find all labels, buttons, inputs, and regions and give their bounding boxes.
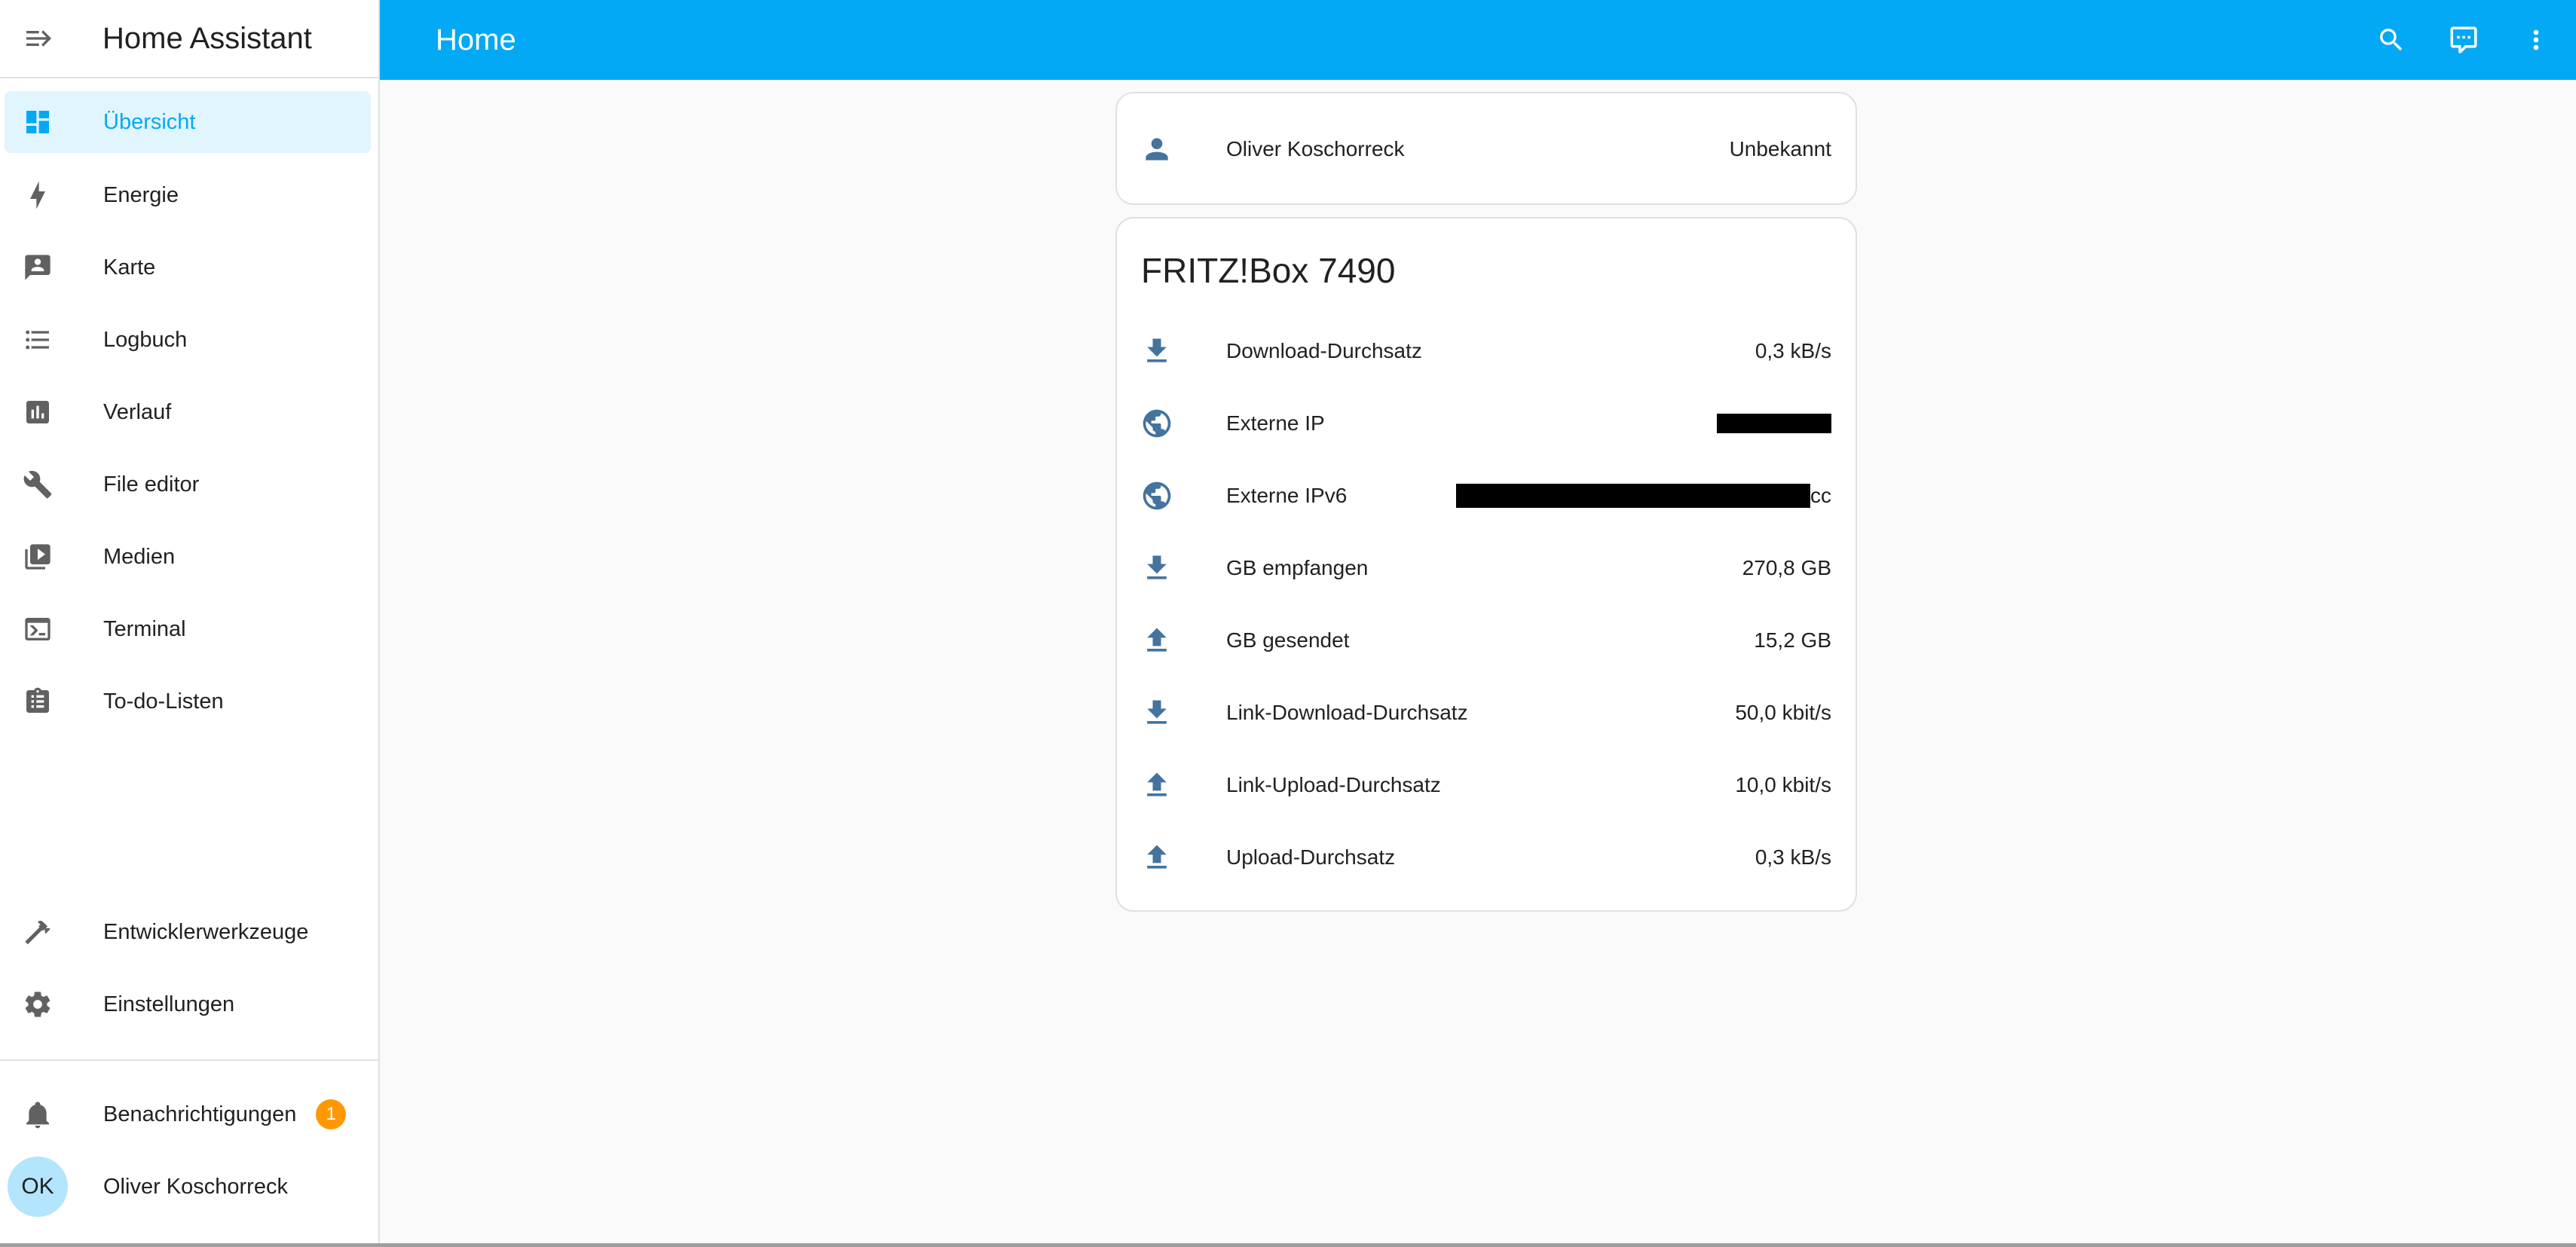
account-icon bbox=[1140, 132, 1174, 167]
redaction-bar bbox=[1717, 414, 1831, 433]
lightning-bolt-icon bbox=[5, 180, 71, 210]
sidebar-item-label: Terminal bbox=[103, 616, 186, 641]
fritzbox-entities-card: FRITZ!Box 7490 Download-Durchsatz 0,3 kB… bbox=[1115, 217, 1857, 912]
format-list-bulleted-icon bbox=[5, 325, 71, 355]
sidebar-item-label: Logbuch bbox=[103, 327, 188, 352]
sidebar-item-label: Karte bbox=[103, 255, 156, 280]
entity-row-gb-empfangen[interactable]: GB empfangen 270,8 GB bbox=[1117, 532, 1856, 604]
sidebar-item-label: To-do-Listen bbox=[103, 689, 224, 714]
sidebar-item-label: Benachrichtigungen bbox=[103, 1102, 297, 1126]
entity-state: 270,8 GB bbox=[1742, 556, 1831, 579]
entity-name: Oliver Koschorreck bbox=[1226, 137, 1405, 160]
sidebar-item-terminal[interactable]: Terminal bbox=[5, 598, 371, 660]
sidebar-title: Home Assistant bbox=[102, 21, 312, 55]
assist-chat-icon[interactable] bbox=[2437, 14, 2490, 66]
search-icon[interactable] bbox=[2365, 14, 2418, 66]
sidebar-header: Home Assistant bbox=[0, 0, 378, 78]
entity-state: 10,0 kbit/s bbox=[1735, 773, 1831, 796]
sidebar-item-entwicklerwerkzeuge[interactable]: Entwicklerwerkzeuge bbox=[5, 901, 371, 963]
redaction-bar bbox=[1456, 484, 1810, 508]
download-icon bbox=[1140, 551, 1174, 585]
entity-name: Upload-Durchsatz bbox=[1226, 845, 1396, 869]
entity-state: 0,3 kB/s bbox=[1755, 339, 1831, 362]
entity-name: GB gesendet bbox=[1226, 628, 1350, 652]
entity-row-externe-ip[interactable]: Externe IP bbox=[1117, 387, 1856, 460]
sidebar-item-energie[interactable]: Energie bbox=[5, 164, 371, 226]
page-title: Home bbox=[436, 23, 516, 57]
sidebar-item-label: File editor bbox=[103, 472, 200, 497]
sidebar-item-label: Medien bbox=[103, 544, 176, 569]
window-bottom-border bbox=[0, 1243, 2576, 1247]
sidebar-item-karte[interactable]: Karte bbox=[5, 237, 371, 298]
entity-row-externe-ipv6[interactable]: Externe IPv6 cc bbox=[1117, 460, 1856, 532]
user-name: Oliver Koschorreck bbox=[103, 1174, 288, 1199]
sidebar-item-file-editor[interactable]: File editor bbox=[5, 454, 371, 515]
sidebar-item-verlauf[interactable]: Verlauf bbox=[5, 381, 371, 443]
sidebar-item-logbuch[interactable]: Logbuch bbox=[5, 309, 371, 371]
bell-icon bbox=[5, 1099, 71, 1129]
avatar: OK bbox=[8, 1157, 68, 1217]
menu-collapse-icon[interactable] bbox=[0, 1, 75, 76]
person-entity-card: Oliver Koschorreck Unbekannt bbox=[1115, 92, 1857, 205]
map-account-icon bbox=[5, 252, 71, 283]
entity-state: 50,0 kbit/s bbox=[1735, 701, 1831, 724]
upload-icon bbox=[1140, 768, 1174, 802]
person-row[interactable]: Oliver Koschorreck Unbekannt bbox=[1117, 113, 1856, 185]
entity-state: 15,2 GB bbox=[1754, 628, 1831, 652]
entity-state-suffix: cc bbox=[1810, 484, 1831, 507]
sidebar-item-uebersicht[interactable]: Übersicht bbox=[5, 91, 371, 153]
upload-icon bbox=[1140, 840, 1174, 875]
sidebar-item-label: Übersicht bbox=[103, 109, 196, 134]
entity-state-redacted: cc bbox=[1456, 484, 1831, 508]
sidebar-item-label: Energie bbox=[103, 182, 179, 207]
user-avatar-wrap: OK bbox=[5, 1157, 71, 1217]
entity-name: GB empfangen bbox=[1226, 556, 1369, 579]
view-dashboard-icon bbox=[5, 107, 71, 137]
more-vertical-icon[interactable] bbox=[2510, 14, 2562, 66]
sidebar-item-einstellungen[interactable]: Einstellungen bbox=[5, 973, 371, 1035]
download-icon bbox=[1140, 334, 1174, 368]
sidebar-item-user[interactable]: OK Oliver Koschorreck bbox=[5, 1156, 371, 1218]
wrench-icon bbox=[5, 469, 71, 500]
entity-row-gb-gesendet[interactable]: GB gesendet 15,2 GB bbox=[1117, 604, 1856, 677]
chart-box-icon bbox=[5, 397, 71, 427]
entity-state: Unbekannt bbox=[1729, 137, 1831, 160]
play-box-multiple-icon bbox=[5, 542, 71, 572]
notification-count-badge: 1 bbox=[316, 1099, 347, 1129]
entity-state: 0,3 kB/s bbox=[1755, 845, 1831, 869]
entity-name: Externe IP bbox=[1226, 411, 1325, 435]
download-icon bbox=[1140, 695, 1174, 730]
sidebar-item-todo[interactable]: To-do-Listen bbox=[5, 671, 371, 732]
entity-row-link-upload[interactable]: Link-Upload-Durchsatz 10,0 kbit/s bbox=[1117, 749, 1856, 821]
entity-name: Link-Download-Durchsatz bbox=[1226, 701, 1468, 724]
sidebar-item-notifications[interactable]: Benachrichtigungen 1 bbox=[5, 1083, 371, 1145]
sidebar-divider bbox=[0, 1059, 380, 1061]
sidebar-item-label: Einstellungen bbox=[103, 992, 235, 1016]
sidebar-item-label: Verlauf bbox=[103, 399, 172, 424]
sidebar-item-medien[interactable]: Medien bbox=[5, 526, 371, 588]
upload-icon bbox=[1140, 623, 1174, 658]
cog-icon bbox=[5, 989, 71, 1019]
clipboard-list-icon bbox=[5, 686, 71, 717]
hammer-icon bbox=[5, 917, 71, 947]
entity-state-redacted bbox=[1717, 414, 1831, 433]
sidebar-item-label: Entwicklerwerkzeuge bbox=[103, 919, 309, 944]
entity-row-link-download[interactable]: Link-Download-Durchsatz 50,0 kbit/s bbox=[1117, 677, 1856, 749]
card-title: FRITZ!Box 7490 bbox=[1141, 251, 1396, 290]
console-icon bbox=[5, 614, 71, 644]
sidebar: Home Assistant Übersicht Energie Karte L… bbox=[0, 0, 380, 1247]
entity-name: Download-Durchsatz bbox=[1226, 339, 1422, 362]
entity-row-download-durchsatz[interactable]: Download-Durchsatz 0,3 kB/s bbox=[1117, 315, 1856, 387]
top-app-bar: Home bbox=[380, 0, 2576, 80]
web-icon bbox=[1140, 406, 1174, 441]
web-icon bbox=[1140, 478, 1174, 513]
entity-name: Link-Upload-Durchsatz bbox=[1226, 773, 1441, 796]
entity-name: Externe IPv6 bbox=[1226, 484, 1348, 507]
entity-row-upload-durchsatz[interactable]: Upload-Durchsatz 0,3 kB/s bbox=[1117, 821, 1856, 894]
